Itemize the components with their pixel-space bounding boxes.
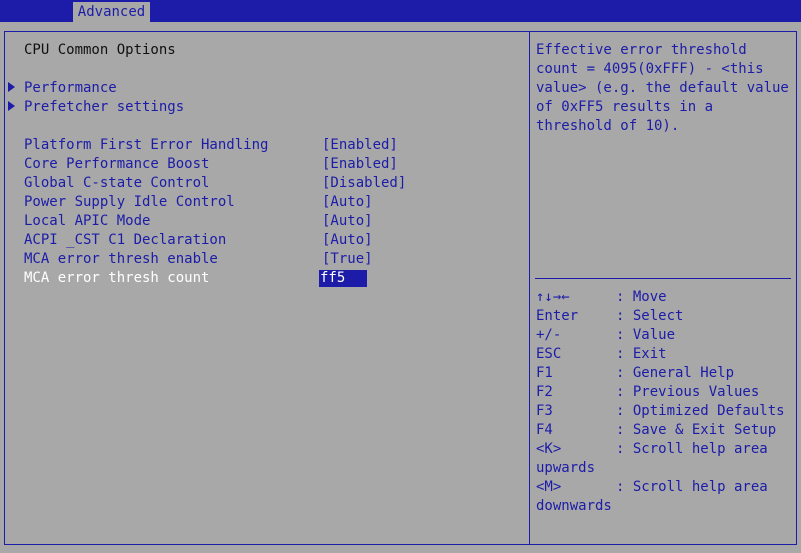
key-desc-select: : Select	[616, 308, 684, 324]
option-mca-error-thresh-count[interactable]: MCA error thresh count	[24, 269, 209, 288]
key-m: <M>	[536, 479, 562, 495]
value-power-supply-idle-control[interactable]: [Auto]	[322, 193, 373, 212]
value-core-performance-boost[interactable]: [Enabled]	[322, 155, 398, 174]
submenu-performance[interactable]: Performance	[8, 79, 117, 98]
key-desc-scroll-down-cont: downwards	[536, 498, 612, 514]
value-global-c-state-control[interactable]: [Disabled]	[322, 174, 406, 193]
option-platform-first-error-handling[interactable]: Platform First Error Handling	[24, 136, 268, 155]
option-acpi-cst-c1-declaration[interactable]: ACPI _CST C1 Declaration	[24, 231, 226, 250]
key-desc-move: : Move	[616, 289, 667, 305]
key-k: <K>	[536, 441, 562, 457]
key-f4: F4	[536, 422, 553, 438]
option-core-performance-boost[interactable]: Core Performance Boost	[24, 155, 209, 174]
help-line: Effective error threshold	[536, 42, 747, 58]
key-desc-value: : Value	[616, 327, 676, 343]
help-line: threshold of 10).	[536, 118, 680, 134]
submenu-label: Performance	[24, 80, 117, 96]
key-desc-scroll-down: : Scroll help area	[616, 479, 768, 495]
key-desc-general-help: : General Help	[616, 365, 735, 381]
submenu-prefetcher-settings[interactable]: Prefetcher settings	[8, 98, 184, 117]
help-line: count = 4095(0xFFF) - <this	[536, 61, 764, 77]
key-esc: ESC	[536, 346, 562, 362]
key-f1: F1	[536, 365, 553, 381]
key-desc-previous-values: : Previous Values	[616, 384, 760, 400]
submenu-arrow-icon	[8, 82, 15, 92]
help-line: of 0xFF5 results in a	[536, 99, 714, 115]
key-f3: F3	[536, 403, 553, 419]
mca-error-thresh-count-input[interactable]: ff5	[319, 270, 367, 287]
option-power-supply-idle-control[interactable]: Power Supply Idle Control	[24, 193, 235, 212]
value-acpi-cst-c1-declaration[interactable]: [Auto]	[322, 231, 373, 250]
submenu-label: Prefetcher settings	[24, 99, 185, 115]
submenu-arrow-icon	[8, 101, 15, 111]
key-desc-scroll-up: : Scroll help area	[616, 441, 768, 457]
help-divider	[535, 278, 791, 279]
page-title: CPU Common Options	[24, 42, 176, 58]
option-local-apic-mode[interactable]: Local APIC Mode	[24, 212, 150, 231]
value-platform-first-error-handling[interactable]: [Enabled]	[322, 136, 398, 155]
key-desc-exit: : Exit	[616, 346, 667, 362]
help-line: value> (e.g. the default value	[536, 80, 789, 96]
key-desc-save-exit: : Save & Exit Setup	[616, 422, 777, 438]
key-desc-optimized-defaults: : Optimized Defaults	[616, 403, 785, 419]
tab-advanced[interactable]: Advanced	[73, 2, 150, 22]
key-enter: Enter	[536, 308, 579, 324]
option-mca-error-thresh-enable[interactable]: MCA error thresh enable	[24, 250, 218, 269]
value-mca-error-thresh-enable[interactable]: [True]	[322, 250, 373, 269]
top-menu-bar: Advanced	[0, 0, 801, 22]
key-desc-scroll-up-cont: upwards	[536, 460, 596, 476]
key-f2: F2	[536, 384, 553, 400]
option-global-c-state-control[interactable]: Global C-state Control	[24, 174, 209, 193]
value-local-apic-mode[interactable]: [Auto]	[322, 212, 373, 231]
key-plus-minus: +/-	[536, 327, 562, 343]
key-move: ↑↓→←	[536, 289, 570, 305]
